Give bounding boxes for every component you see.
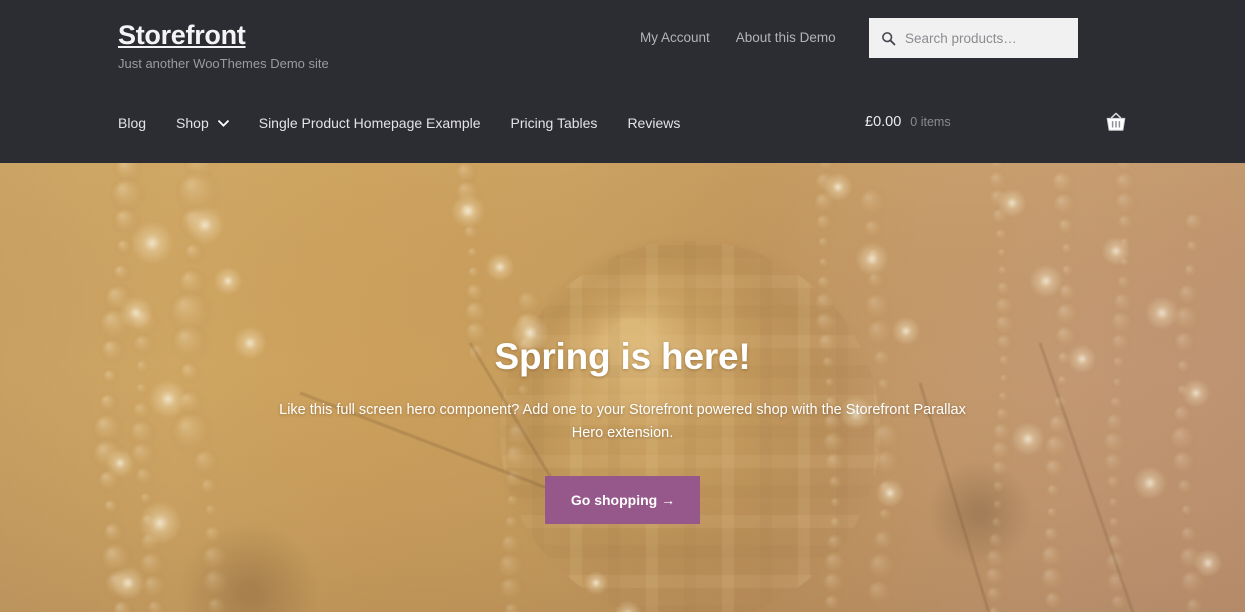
cart-item-count: 0 items (910, 115, 951, 129)
shopping-basket-icon (1106, 112, 1126, 131)
nav-item-reviews[interactable]: Reviews (627, 113, 680, 133)
cart-total-amount: £0.00 (865, 114, 902, 130)
nav-item-label: Reviews (627, 115, 681, 131)
cart-contents-link[interactable]: £0.00 0 items (865, 112, 951, 132)
site-header: Storefront Just another WooThemes Demo s… (0, 0, 1245, 163)
hero-content: Spring is here! Like this full screen he… (263, 163, 983, 524)
hero-description: Like this full screen hero component? Ad… (279, 402, 966, 441)
nav-item-single-product-homepage-example[interactable]: Single Product Homepage Example (259, 113, 481, 133)
header-inner: Storefront Just another WooThemes Demo s… (0, 0, 1245, 163)
nav-item-label: Pricing Tables (510, 115, 598, 131)
secondary-navigation: My Account About this Demo (640, 29, 836, 47)
nav-item-label: Blog (118, 115, 147, 131)
cart-icon-link[interactable] (1105, 112, 1127, 132)
nav-item-shop[interactable]: Shop (176, 113, 229, 133)
secondary-nav-item-my-account[interactable]: My Account (640, 29, 710, 47)
secondary-nav-item-about-this-demo[interactable]: About this Demo (736, 29, 836, 47)
hero-section: Spring is here! Like this full screen he… (0, 163, 1245, 612)
nav-item-label: Single Product Homepage Example (258, 115, 481, 131)
site-branding: Storefront Just another WooThemes Demo s… (118, 19, 329, 72)
product-search-form[interactable] (869, 18, 1078, 58)
nav-item-pricing-tables[interactable]: Pricing Tables (511, 113, 598, 133)
nav-item-label: Shop (176, 115, 209, 131)
search-icon (882, 31, 896, 45)
hero-title: Spring is here! (494, 336, 751, 377)
primary-navigation: Blog Shop Single Product Homepage Exampl… (118, 113, 680, 133)
site-title[interactable]: Storefront (118, 20, 246, 50)
search-input[interactable] (905, 18, 1066, 58)
site-description: Just another WooThemes Demo site (118, 56, 329, 71)
go-shopping-button[interactable]: Go shopping → (544, 476, 701, 524)
chevron-down-icon[interactable] (217, 119, 229, 127)
cart-area: £0.00 0 items (865, 112, 1127, 132)
nav-item-blog[interactable]: Blog (118, 113, 146, 133)
storefront-homepage: Storefront Just another WooThemes Demo s… (0, 0, 1245, 612)
